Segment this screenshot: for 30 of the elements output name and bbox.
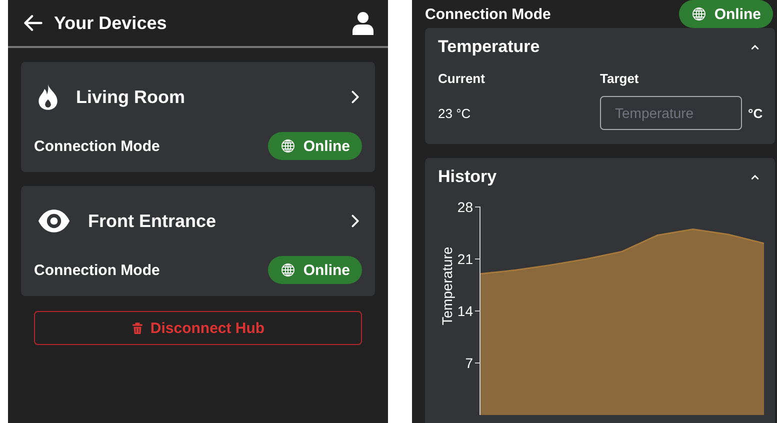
axis-title: Temperature — [439, 246, 455, 326]
globe-icon — [691, 6, 708, 22]
panel-title: History — [438, 167, 497, 187]
globe-icon — [280, 138, 296, 154]
tick-label: 14 — [457, 303, 473, 319]
device-card[interactable]: Front Entrance Connection Mode Online — [21, 186, 375, 296]
tick-label: 7 — [465, 355, 473, 371]
tick-label: 21 — [457, 251, 473, 267]
status-button[interactable]: Online — [268, 256, 362, 284]
current-temperature: 23 °C — [438, 104, 472, 122]
status-button[interactable]: Online — [679, 0, 773, 28]
device-name: Front Entrance — [88, 210, 218, 232]
status-button[interactable]: Online — [268, 132, 362, 160]
connection-label: Connection Mode — [34, 262, 160, 278]
panel-title: Temperature — [438, 37, 540, 57]
field-label: Current — [438, 70, 486, 88]
back-arrow-icon[interactable] — [22, 12, 44, 34]
target-input[interactable]: Temperature — [600, 96, 742, 130]
disconnect-button[interactable]: Disconnect Hub — [34, 311, 362, 345]
device-name: Living Room — [76, 86, 186, 108]
connection-label: Connection Mode — [34, 138, 160, 154]
field-label: Target — [600, 70, 640, 88]
trash-icon — [131, 321, 144, 335]
unit-label: °C — [748, 106, 763, 120]
connection-label: Connection Mode — [425, 6, 551, 22]
screen-title: Your Devices — [54, 12, 168, 34]
tick-label: 28 — [457, 199, 473, 215]
device-card[interactable]: Living Room Connection Mode Online — [21, 62, 375, 172]
globe-icon — [280, 262, 296, 278]
user-icon[interactable] — [351, 10, 375, 36]
